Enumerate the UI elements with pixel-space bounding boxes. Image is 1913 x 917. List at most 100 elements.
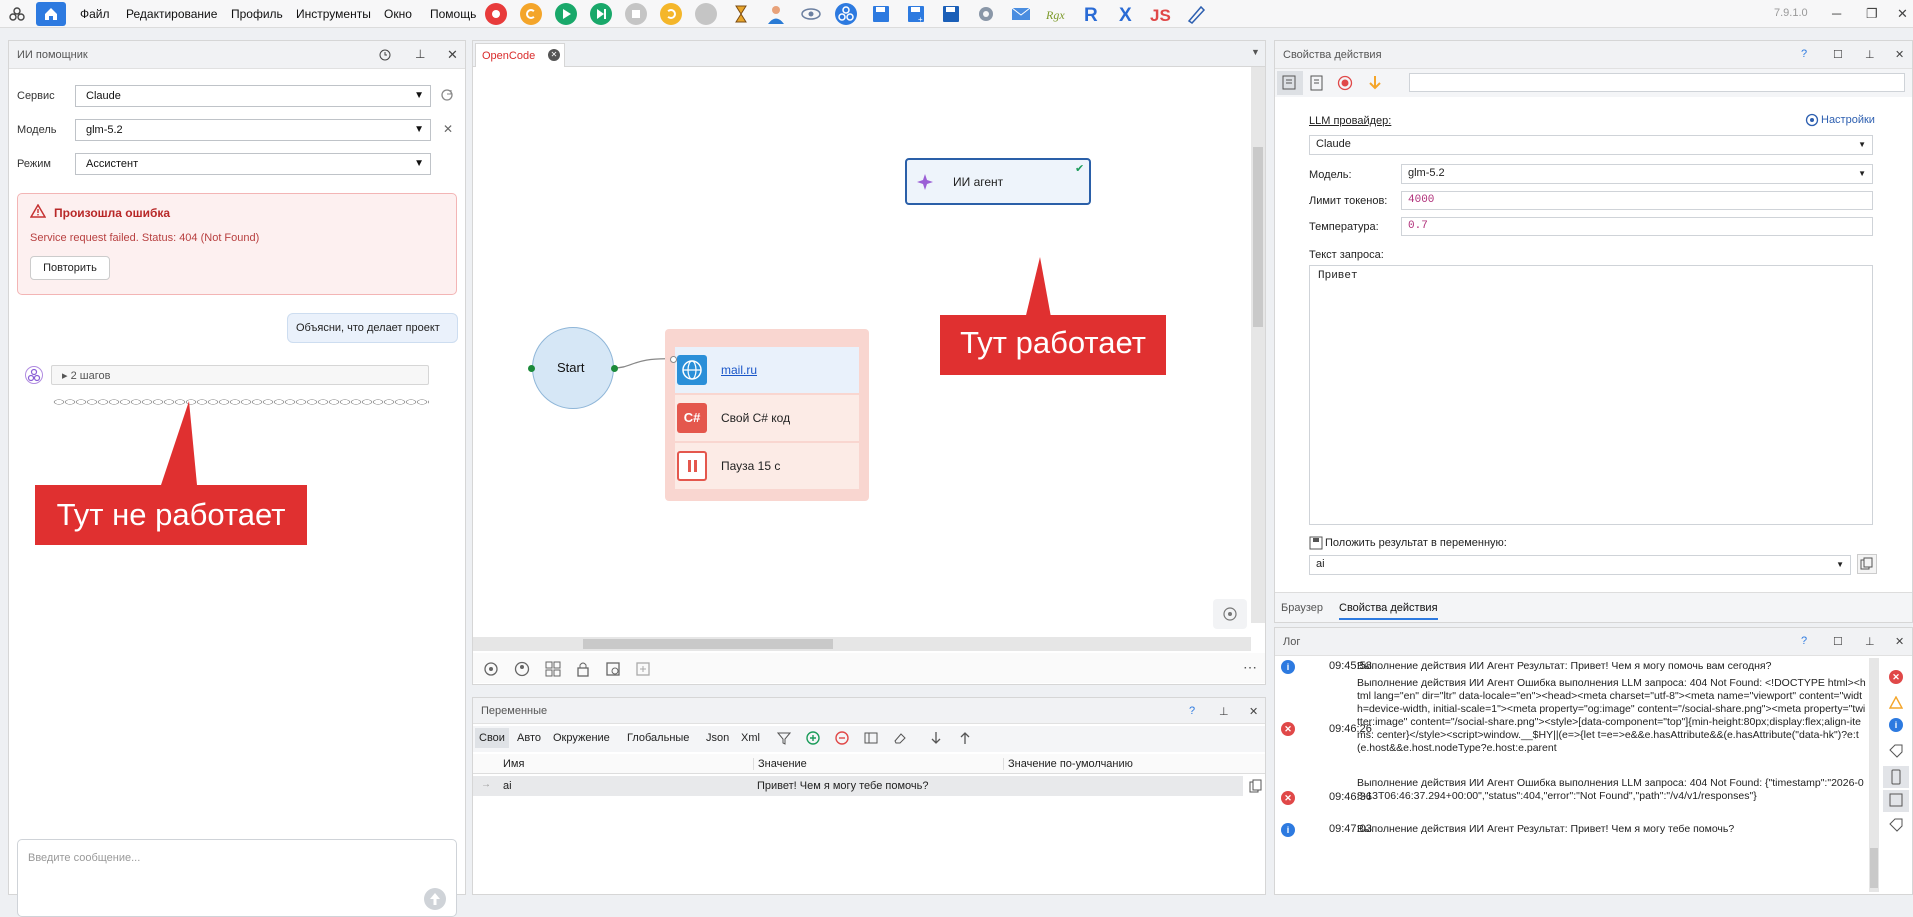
vertical-scrollbar[interactable] (1251, 67, 1265, 623)
tokens-input[interactable]: 4000 (1401, 191, 1873, 210)
x-icon[interactable]: X (1115, 3, 1137, 26)
node-pause[interactable]: Пауза 15 с (675, 443, 859, 489)
input-port[interactable] (528, 365, 535, 372)
retry-button[interactable]: Повторить (30, 256, 110, 280)
close-tab-icon[interactable]: ✕ (548, 49, 560, 61)
columns-icon[interactable] (864, 731, 878, 745)
filter-icon[interactable] (777, 731, 791, 745)
filter-info-icon[interactable]: i (1889, 718, 1903, 732)
close-icon[interactable]: ✕ (447, 47, 458, 63)
pin-icon[interactable]: ⊥ (415, 47, 425, 61)
gear-icon[interactable] (975, 3, 997, 25)
help-icon[interactable]: ? (1189, 705, 1195, 717)
log-entry[interactable]: ✕ 09:46:36 Выполнение действия ИИ Агент … (1275, 775, 1872, 819)
steps-toggle[interactable]: ▸ 2 шагов (51, 365, 429, 385)
tab-auto[interactable]: Авто (517, 732, 541, 744)
tab-opencode[interactable]: OpenCode ✕ (475, 43, 565, 67)
save-as-icon[interactable]: + (905, 3, 927, 25)
service-select[interactable]: Claude ▼ (75, 85, 431, 107)
filter-warnings-icon[interactable] (1889, 696, 1903, 710)
table-row[interactable]: → ai Привет! Чем я могу тебе помочь? (473, 776, 1243, 796)
copy-icon[interactable] (1249, 779, 1263, 793)
settings-link[interactable]: Настройки (1821, 114, 1875, 126)
model-select[interactable]: glm-5.2 ▼ (75, 119, 431, 141)
home-button[interactable] (36, 2, 66, 26)
refresh-icon[interactable] (520, 3, 542, 25)
pin-icon[interactable]: ⊥ (1865, 48, 1875, 61)
node-csharp[interactable]: C# Свой C# код (675, 395, 859, 441)
tab-xml[interactable]: Xml (741, 732, 760, 744)
log-entry[interactable]: ✕ 09:46:26 Выполнение действия ИИ Агент … (1275, 675, 1872, 783)
props-view-button[interactable] (1277, 71, 1303, 95)
hourglass-icon[interactable] (730, 3, 752, 25)
provider-select[interactable]: Claude ▼ (1309, 135, 1873, 155)
arrow-down-orange-icon[interactable] (1367, 75, 1383, 91)
remove-icon[interactable] (835, 731, 849, 745)
tab-menu-icon[interactable]: ▼ (1251, 47, 1260, 57)
user-icon[interactable] (765, 3, 787, 25)
minimize-button[interactable]: ─ (1832, 6, 1841, 21)
clear-model-icon[interactable]: ✕ (443, 122, 453, 136)
output-port[interactable] (611, 365, 618, 372)
export-icon[interactable] (605, 661, 621, 677)
record-icon[interactable] (485, 3, 507, 25)
profile-icon[interactable] (514, 661, 530, 677)
pause-icon[interactable] (695, 3, 717, 25)
log-entry[interactable]: i 09:45:58 Выполнение действия ИИ Агент … (1275, 658, 1872, 674)
node-start[interactable]: Start (532, 327, 614, 409)
help-icon[interactable]: ? (1801, 48, 1807, 60)
prompt-textarea[interactable]: Привет (1309, 265, 1873, 525)
close-icon[interactable]: ✕ (1895, 635, 1904, 648)
node-url[interactable]: mail.ru (675, 347, 859, 393)
tab-browser[interactable]: Браузер (1281, 602, 1323, 614)
center-view-button[interactable] (1213, 599, 1247, 629)
add-icon[interactable] (806, 731, 820, 745)
horizontal-scrollbar[interactable] (473, 637, 1251, 651)
play-icon[interactable] (555, 3, 577, 25)
record-icon[interactable] (1337, 75, 1353, 91)
js-icon[interactable]: JS (1150, 3, 1172, 25)
menu-file[interactable]: Файл (80, 7, 110, 21)
filter-errors-icon[interactable]: ✕ (1889, 670, 1903, 684)
r-icon[interactable]: R (1080, 3, 1102, 26)
pin-icon[interactable]: ⊥ (1865, 635, 1875, 648)
node-url-label[interactable]: mail.ru (721, 363, 757, 377)
settings-icon[interactable] (483, 661, 499, 677)
input-port[interactable] (670, 356, 677, 363)
undo-icon[interactable] (660, 3, 682, 25)
send-button[interactable] (424, 888, 446, 910)
lock-icon[interactable] (575, 661, 591, 677)
scroll-thumb[interactable] (1253, 147, 1263, 327)
arrow-up-icon[interactable] (958, 731, 972, 745)
regex-icon[interactable]: Rgx (1045, 3, 1067, 25)
provider-label[interactable]: LLM провайдер: (1309, 115, 1391, 127)
result-select[interactable]: ai ▼ (1309, 555, 1851, 575)
close-icon[interactable]: ✕ (1249, 705, 1258, 718)
close-window-button[interactable]: ✕ (1897, 6, 1908, 22)
save-icon[interactable] (870, 3, 892, 25)
help-icon[interactable]: ? (1801, 635, 1807, 647)
maximize-icon[interactable]: ☐ (1833, 48, 1843, 61)
tab-json[interactable]: Json (706, 732, 729, 744)
scroll-thumb[interactable] (1870, 848, 1878, 888)
grid-icon[interactable] (545, 661, 561, 677)
resize-button[interactable] (1883, 790, 1909, 812)
model-select[interactable]: glm-5.2 ▼ (1401, 164, 1873, 184)
column-name[interactable]: Имя (503, 758, 524, 770)
tab-own[interactable]: Свои (475, 728, 509, 748)
scroll-thumb[interactable] (583, 639, 833, 649)
save-all-icon[interactable] (940, 3, 962, 25)
menu-window[interactable]: Окно (384, 7, 412, 21)
step-icon[interactable] (590, 3, 612, 25)
eye-icon[interactable] (800, 3, 822, 25)
arrow-down-icon[interactable] (929, 731, 943, 745)
menu-help[interactable]: Помощь (430, 7, 476, 21)
pin-icon[interactable]: ⊥ (1219, 705, 1229, 718)
menu-edit[interactable]: Редактирование (126, 7, 217, 21)
history-icon[interactable] (379, 49, 391, 61)
temperature-input[interactable]: 0.7 (1401, 217, 1873, 236)
node-ai-agent[interactable]: ИИ агент ✔ (905, 158, 1091, 205)
log-scrollbar[interactable] (1869, 658, 1879, 892)
add-frame-icon[interactable] (635, 661, 651, 677)
column-value[interactable]: Значение (753, 758, 807, 770)
